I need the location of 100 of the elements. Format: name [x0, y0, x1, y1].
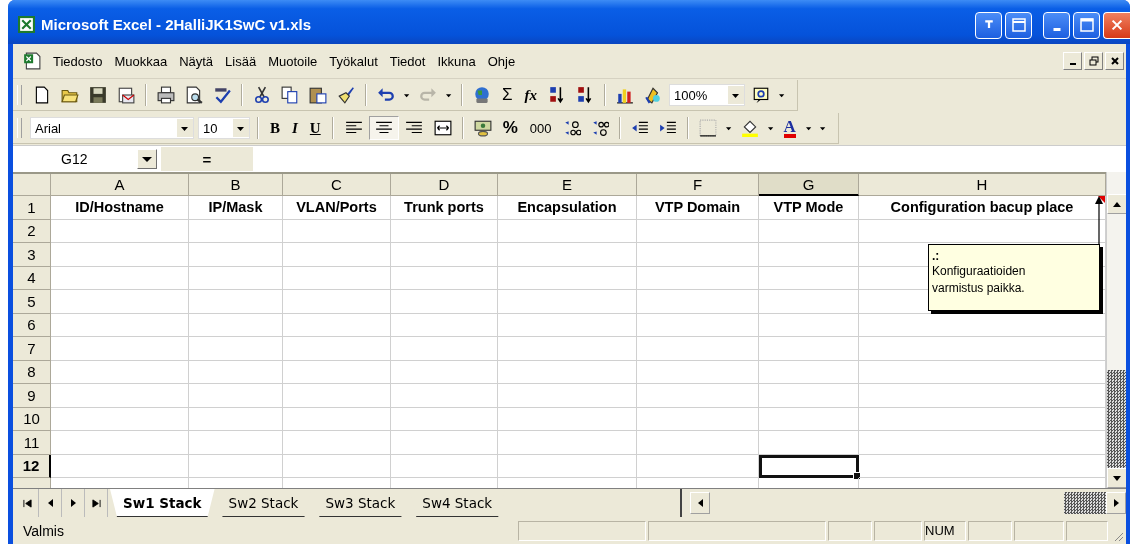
equals-button[interactable]: =: [161, 147, 253, 171]
clipboard-icon[interactable]: [309, 86, 327, 104]
window-title: Microsoft Excel - 2HalliJK1SwC v1.xls: [41, 15, 312, 33]
print-preview-icon[interactable]: [185, 86, 203, 104]
autosum-button[interactable]: Σ: [502, 85, 513, 105]
underline-button[interactable]: U: [309, 119, 321, 137]
insert-function-button[interactable]: fx: [524, 86, 537, 104]
row-header[interactable]: 9: [13, 384, 51, 408]
caret-icon[interactable]: [728, 86, 744, 104]
column-header[interactable]: D: [391, 174, 498, 196]
close-button[interactable]: [1105, 52, 1124, 70]
column-header[interactable]: H: [859, 174, 1106, 196]
font-size-dropdown[interactable]: 10: [198, 117, 250, 139]
maximize-button[interactable]: [1073, 11, 1100, 39]
vertical-scrollbar[interactable]: [1106, 172, 1126, 488]
horizontal-scrollbar[interactable]: [680, 489, 1126, 517]
menu-item[interactable]: Ohje: [481, 53, 522, 69]
currency-icon[interactable]: [473, 119, 492, 137]
right-arrow-icon: [70, 499, 76, 507]
status-panel: [828, 520, 872, 541]
spreadsheet-icon: [18, 15, 35, 33]
row-header[interactable]: 12: [13, 454, 51, 478]
scroll-right-button[interactable]: [1106, 492, 1126, 514]
status-panel: [968, 520, 1012, 541]
column-header[interactable]: C: [283, 174, 391, 196]
title-bar-button[interactable]: [1005, 11, 1032, 39]
row-header[interactable]: 7: [13, 337, 51, 361]
left-arrow-icon: [47, 499, 53, 507]
down-arrow-icon: [982, 19, 995, 31]
row-header[interactable]: 11: [13, 431, 51, 455]
fill-bucket-icon[interactable]: [740, 119, 759, 137]
left-arrow-icon: [697, 499, 703, 507]
envelope-document-icon[interactable]: [117, 86, 135, 104]
comment-author: .:: [932, 249, 941, 263]
spell-check-icon[interactable]: [213, 86, 231, 104]
scroll-left-button[interactable]: [690, 492, 710, 514]
scissors-icon[interactable]: [253, 86, 271, 104]
menu-item[interactable]: Tiedot: [383, 53, 432, 69]
menu-item[interactable]: Lisää: [219, 53, 263, 69]
column-header[interactable]: E: [498, 174, 637, 196]
paintbrush-icon[interactable]: [337, 86, 355, 104]
printer-icon[interactable]: [157, 86, 175, 104]
minimize-icon: [1069, 63, 1076, 65]
row-header[interactable]: 1: [13, 196, 51, 220]
workbook-icon[interactable]: [23, 52, 41, 70]
title-bar-button[interactable]: [975, 11, 1002, 39]
drawing-icon[interactable]: [644, 86, 662, 104]
row-header[interactable]: 8: [13, 360, 51, 384]
globe-icon[interactable]: [473, 86, 491, 104]
minimize-button[interactable]: [1063, 52, 1082, 70]
copy-icon[interactable]: [281, 86, 299, 104]
row-header[interactable]: 4: [13, 266, 51, 290]
selected-cell[interactable]: [759, 454, 859, 478]
font-color-button[interactable]: A: [783, 118, 796, 138]
menu-item[interactable]: Ikkuna: [431, 53, 482, 69]
borders-icon[interactable]: [698, 119, 717, 137]
help-icon[interactable]: [752, 86, 770, 104]
menu-item[interactable]: Muotoile: [262, 53, 324, 69]
sort-descending-icon[interactable]: [576, 86, 594, 104]
fill-handle[interactable]: [853, 472, 861, 480]
sort-ascending-icon[interactable]: [548, 86, 566, 104]
new-document-icon[interactable]: [33, 86, 51, 104]
row-header[interactable]: 5: [13, 290, 51, 314]
row-header[interactable]: 6: [13, 313, 51, 337]
bold-button[interactable]: B: [270, 119, 280, 137]
scroll-down-button[interactable]: [1107, 468, 1126, 488]
increase-decimal-icon[interactable]: [562, 119, 581, 137]
restore-button[interactable]: [1084, 52, 1103, 70]
caret-icon[interactable]: [177, 119, 193, 137]
column-header[interactable]: G: [759, 174, 859, 196]
column-header[interactable]: A: [51, 174, 189, 196]
align-center-button[interactable]: [368, 116, 399, 140]
comment-text: Konfiguraatioiden varmistus paikka.: [932, 263, 1027, 297]
undo-icon[interactable]: [377, 86, 395, 104]
row-header[interactable]: 2: [13, 219, 51, 243]
row-header[interactable]: 10: [13, 407, 51, 431]
column-header[interactable]: F: [637, 174, 759, 196]
menu-item[interactable]: Työkalut: [323, 53, 384, 69]
bar-chart-icon[interactable]: [616, 86, 634, 104]
close-icon: [1109, 56, 1120, 66]
column-header[interactable]: B: [189, 174, 283, 196]
status-indicator: NUM: [924, 520, 966, 541]
decrease-decimal-icon[interactable]: [590, 119, 609, 137]
caret-icon[interactable]: [233, 119, 249, 137]
down-arrow-icon: [1113, 475, 1121, 481]
italic-button[interactable]: I: [292, 119, 298, 137]
dropdown-button[interactable]: [137, 149, 157, 169]
scroll-up-button[interactable]: [1107, 194, 1126, 214]
menu-item[interactable]: Muokkaa: [108, 53, 174, 69]
menu-item[interactable]: Tiedosto: [47, 53, 109, 69]
menu-item[interactable]: Näytä: [173, 53, 220, 69]
row-header[interactable]: 3: [13, 243, 51, 267]
thousands-button[interactable]: 000: [529, 120, 552, 136]
table-cell: VLAN/Ports: [283, 196, 391, 220]
sheet-tab[interactable]: Sw1 Stack: [110, 489, 215, 517]
percent-button[interactable]: %: [502, 118, 518, 138]
merge-cells-icon[interactable]: [433, 119, 452, 137]
zoom-dropdown[interactable]: 100%: [669, 84, 745, 106]
font-dropdown[interactable]: Arial: [30, 117, 194, 139]
window-icon: [1010, 17, 1027, 33]
